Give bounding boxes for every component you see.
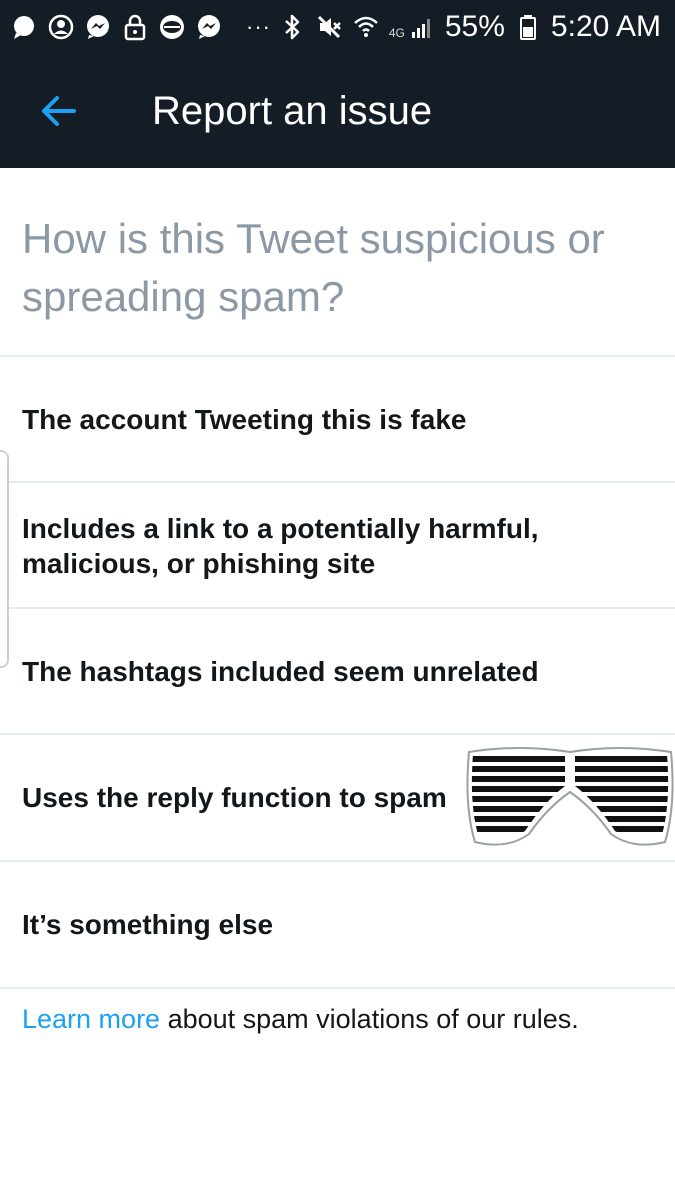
report-question: How is this Tweet suspicious or spreadin… bbox=[22, 215, 605, 320]
battery-icon bbox=[514, 13, 542, 41]
app-bar: Report an issue bbox=[0, 54, 675, 168]
messenger-icon bbox=[84, 13, 112, 41]
status-bar: ··· 4G 55% 5:20 AM bbox=[0, 0, 675, 54]
footer-text: Learn more about spam violations of our … bbox=[22, 1004, 579, 1035]
lock-icon bbox=[121, 13, 149, 41]
chat-bubble-icon bbox=[10, 13, 38, 41]
account-circle-icon bbox=[47, 13, 75, 41]
option-label: Includes a link to a potentially harmful… bbox=[22, 512, 539, 579]
clock: 5:20 AM bbox=[550, 10, 661, 43]
option-harmful-link[interactable]: Includes a link to a potentially harmful… bbox=[0, 481, 675, 608]
mute-icon bbox=[315, 13, 343, 41]
notification-icons: ··· bbox=[10, 13, 271, 41]
option-label: The hashtags included seem unrelated bbox=[22, 656, 539, 687]
network-type-label: 4G bbox=[388, 26, 405, 40]
messenger-icon bbox=[195, 13, 223, 41]
battery-percent: 55% bbox=[444, 10, 505, 43]
wifi-icon bbox=[352, 13, 380, 41]
option-label: It’s something else bbox=[22, 909, 274, 940]
option-something-else[interactable]: It’s something else bbox=[0, 860, 675, 987]
signal-icon bbox=[408, 13, 436, 41]
footer-description: about spam violations of our rules. bbox=[160, 1004, 579, 1034]
option-label: The account Tweeting this is fake bbox=[22, 404, 467, 435]
option-account-fake[interactable]: The account Tweeting this is fake bbox=[0, 355, 675, 482]
more-dots-icon: ··· bbox=[246, 14, 271, 39]
back-button[interactable] bbox=[0, 54, 120, 168]
shutter-shades-sticker bbox=[466, 747, 674, 846]
divider bbox=[0, 987, 675, 989]
page-title: Report an issue bbox=[152, 88, 433, 133]
system-icons: 4G 55% 5:20 AM bbox=[278, 12, 661, 42]
learn-more-link[interactable]: Learn more bbox=[22, 1004, 160, 1034]
bluetooth-icon bbox=[278, 13, 306, 41]
option-label: Uses the reply function to spam bbox=[22, 782, 447, 813]
burger-king-icon bbox=[158, 13, 186, 41]
edge-panel-handle[interactable] bbox=[0, 450, 9, 668]
option-unrelated-hashtags[interactable]: The hashtags included seem unrelated bbox=[0, 607, 675, 734]
arrow-left-icon bbox=[42, 96, 76, 126]
